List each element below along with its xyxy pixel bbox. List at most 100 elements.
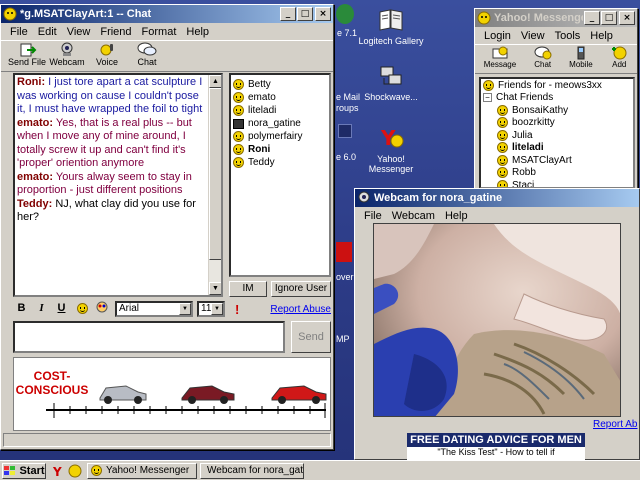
font-size-select[interactable]: 11 ▼ <box>197 301 225 317</box>
menu-friend[interactable]: Friend <box>95 26 136 38</box>
friend-item[interactable]: boozrkitty <box>483 117 633 130</box>
user-list-item[interactable]: emato <box>233 91 327 104</box>
message-author[interactable]: emato: <box>17 171 53 183</box>
message-icon <box>491 46 509 60</box>
im-button[interactable]: IM <box>229 281 267 297</box>
voice-icon <box>97 42 117 57</box>
ad-banner[interactable]: COST- CONSCIOUS <box>13 357 331 431</box>
chevron-down-icon[interactable]: ▼ <box>211 303 223 315</box>
menu-help[interactable]: Help <box>585 30 618 42</box>
message-input[interactable] <box>13 321 285 353</box>
friends-group[interactable]: − Chat Friends <box>483 92 633 105</box>
smiley-icon <box>233 92 244 103</box>
message-author[interactable]: Roni: <box>17 76 45 88</box>
start-button[interactable]: Start <box>2 462 46 479</box>
menu-view[interactable]: View <box>516 30 550 42</box>
taskbar-item-messenger[interactable]: Yahoo! Messenger <box>87 462 197 479</box>
partial-icon-label: over <box>336 272 354 282</box>
friend-item[interactable]: BonsaiKathy <box>483 104 633 117</box>
italic-button[interactable]: I <box>33 301 50 317</box>
message-button[interactable]: Message <box>484 45 516 73</box>
font-select[interactable]: Arial ▼ <box>115 301 193 317</box>
user-list-item[interactable]: Betty <box>233 78 327 91</box>
smiley-icon <box>77 303 88 314</box>
underline-button[interactable]: U <box>53 301 70 317</box>
menu-edit[interactable]: Edit <box>33 26 62 38</box>
smiley-icon <box>497 154 508 166</box>
smiley-icon <box>3 7 17 21</box>
message-author[interactable]: Teddy: <box>17 198 52 210</box>
emoticon-button[interactable] <box>73 301 90 317</box>
message-author[interactable]: emato: <box>17 117 53 129</box>
desktop-icon-shockwave[interactable]: Shockwave... <box>354 62 428 102</box>
ignore-user-button[interactable]: Ignore User <box>271 281 331 297</box>
close-button[interactable]: × <box>619 11 635 25</box>
minimize-button[interactable]: _ <box>584 11 600 25</box>
chat-button[interactable]: Chat <box>127 41 167 71</box>
maximize-button[interactable]: □ <box>297 7 313 21</box>
send-file-button[interactable]: Send File <box>7 41 47 71</box>
user-list-item[interactable]: polymerfairy <box>233 130 327 143</box>
add-button[interactable]: Add <box>610 45 628 73</box>
scroll-down-icon[interactable]: ▼ <box>209 282 221 295</box>
smiley-icon <box>497 142 508 154</box>
chat-message: Roni: I just tore apart a cat sculpture … <box>17 76 207 117</box>
user-list-item[interactable]: Teddy <box>233 156 327 169</box>
friend-item[interactable]: MSATClayArt <box>483 154 633 167</box>
collapse-icon[interactable]: − <box>483 93 492 103</box>
mobile-icon <box>572 46 590 60</box>
chat-icon <box>137 42 157 57</box>
dating-ad[interactable]: FREE DATING ADVICE FOR MEN "The Kiss Tes… <box>407 433 585 461</box>
close-button[interactable]: × <box>315 7 331 21</box>
alert-icon[interactable]: ! <box>235 302 239 317</box>
chevron-down-icon[interactable]: ▼ <box>179 303 191 315</box>
chat-button[interactable]: Chat <box>534 45 552 73</box>
chat-icon <box>534 46 552 60</box>
user-name: liteladi <box>248 105 277 116</box>
menu-help[interactable]: Help <box>440 210 473 222</box>
user-list-item[interactable]: liteladi <box>233 104 327 117</box>
chat-user-list: Betty emato liteladi nora_gatine polymerfair… <box>229 73 331 277</box>
menu-format[interactable]: Format <box>137 26 182 38</box>
webcam-button[interactable]: Webcam <box>47 41 87 71</box>
scroll-thumb[interactable] <box>209 88 221 260</box>
yahoo-y-icon[interactable]: Y <box>52 464 66 479</box>
menu-webcam[interactable]: Webcam <box>387 210 440 222</box>
menu-help[interactable]: Help <box>181 26 214 38</box>
menu-tools[interactable]: Tools <box>550 30 586 42</box>
minimize-button[interactable]: _ <box>280 7 296 21</box>
friend-name: MSATClayArt <box>512 154 572 166</box>
menu-login[interactable]: Login <box>479 30 516 42</box>
user-list-item[interactable]: Roni <box>233 143 327 156</box>
bold-button[interactable]: B <box>13 301 30 317</box>
chat-scrollbar[interactable]: ▲ ▼ <box>208 75 221 295</box>
svg-text:Y: Y <box>52 465 62 478</box>
menu-file[interactable]: File <box>359 210 387 222</box>
chat-log[interactable]: Roni: I just tore apart a cat sculpture … <box>13 73 223 297</box>
voice-button[interactable]: Voice <box>87 41 127 71</box>
partial-icon-label: e Mail <box>336 92 361 102</box>
report-abuse-link[interactable]: Report Abuse <box>270 304 331 315</box>
friend-item[interactable]: Julia <box>483 129 633 142</box>
menu-file[interactable]: File <box>5 26 33 38</box>
friend-item[interactable]: liteladi <box>483 142 633 155</box>
smiley-icon[interactable] <box>68 464 82 478</box>
user-list-item[interactable]: nora_gatine <box>233 117 327 130</box>
send-button[interactable]: Send <box>291 321 331 353</box>
desktop-icon-label: Logitech Gallery <box>358 36 424 46</box>
camera-icon <box>233 118 244 129</box>
maximize-button[interactable]: □ <box>601 11 617 25</box>
mobile-button[interactable]: Mobile <box>569 45 593 73</box>
color-button[interactable] <box>93 301 110 317</box>
taskbar-item-webcam[interactable]: Webcam for nora_gat <box>200 462 304 479</box>
menu-view[interactable]: View <box>62 26 96 38</box>
chat-menubar: File Edit View Friend Format Help <box>1 23 333 40</box>
scroll-up-icon[interactable]: ▲ <box>209 75 221 88</box>
report-abuse-link[interactable]: Report Ab <box>593 419 637 430</box>
messenger-titlebar[interactable]: Yahoo! Messenger _ □ × <box>475 9 637 27</box>
chat-titlebar[interactable]: *g.MSATClayArt:1 -- Chat _ □ × <box>1 5 333 23</box>
friend-item[interactable]: Robb <box>483 167 633 180</box>
desktop-icon-yahoo-messenger[interactable]: Y Yahoo! Messenger <box>354 124 428 174</box>
desktop-icon-logitech[interactable]: Logitech Gallery <box>354 6 428 46</box>
webcam-titlebar[interactable]: Webcam for nora_gatine <box>355 189 639 207</box>
